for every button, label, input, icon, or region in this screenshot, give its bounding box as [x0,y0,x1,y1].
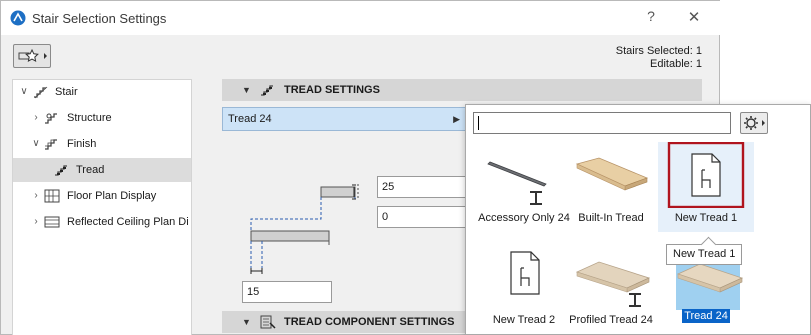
tread-offset-field[interactable]: 0 [377,206,467,228]
object-tile-built-in-tread[interactable]: Built-In Tread [563,142,659,232]
tree-item-stair[interactable]: ∨ Stair [13,80,191,104]
floor-plan-icon [44,189,60,203]
favorites-button[interactable] [13,44,51,68]
chevron-right-icon[interactable]: › [30,184,42,208]
tree-item-reflected-ceiling-plan[interactable]: › Reflected Ceiling Plan Di [13,210,191,234]
tread-thickness-field[interactable]: 25 [377,176,467,198]
stair-icon [34,86,48,99]
tree-item-label: Tread [76,164,105,176]
title-bar: Stair Selection Settings ? ✕ [1,1,721,35]
gear-icon [744,116,765,130]
object-tile-new-tread-1[interactable]: New Tread 1 [658,142,754,232]
editable-count: Editable: 1 [650,58,702,70]
tooltip: New Tread 1 [666,244,743,265]
chevron-down-icon[interactable]: ∨ [30,132,42,156]
selected-tile-label: Tread 24 [682,309,730,323]
search-input[interactable] [473,112,731,134]
collapse-triangle-icon[interactable]: ▼ [242,311,251,333]
settings-gear-button[interactable] [740,112,768,134]
stairs-selected-count: Stairs Selected: 1 [615,45,702,57]
tile-label: Tread 24 [658,309,754,323]
tile-label: New Tread 2 [492,314,556,326]
built-in-tread-icon [575,157,649,191]
ceiling-plan-icon [44,216,60,228]
chevron-down-icon[interactable]: ∨ [18,80,30,104]
tree-item-tread[interactable]: Tread [13,158,191,182]
text-caret [478,116,479,130]
tree-item-label: Reflected Ceiling Plan Di [67,216,189,228]
tile-label: Built-In Tread [578,212,644,224]
selection-info: Stairs Selected: 1 Editable: 1 [616,45,702,71]
new-object-icon [510,251,540,295]
tread-icon [55,165,67,176]
tree-item-label: Structure [67,112,112,124]
tread-geometry-diagram [250,184,359,274]
nosing-field[interactable]: 15 [242,281,332,303]
structure-icon [45,113,57,124]
archicad-app-icon [10,10,26,26]
arrow-right-icon: ▶ [453,114,460,124]
tread-object-selector[interactable]: Tread 24 ▶ [222,107,467,131]
section-title: TREAD SETTINGS [284,84,380,96]
accessory-object-icon [487,161,547,205]
favorites-star-icon [18,48,47,63]
tree-item-label: Floor Plan Display [67,190,157,202]
collapse-triangle-icon[interactable]: ▼ [242,79,251,101]
object-tile-new-tread-2[interactable]: New Tread 2 [476,244,572,334]
settings-tree: ∨ Stair › Structure ∨ Finish Tread › Flo… [12,79,192,335]
object-tile-accessory-only-24[interactable]: Accessory Only 24 [476,142,572,232]
section-title: TREAD COMPONENT SETTINGS [284,316,455,328]
window-title: Stair Selection Settings [32,11,167,26]
tread-settings-header[interactable]: ▼ TREAD SETTINGS [222,79,702,101]
tree-item-label: Stair [55,86,78,98]
close-button[interactable]: ✕ [685,8,703,28]
tile-label: Profiled Tread 24 [569,314,653,326]
profiled-tread-icon [575,261,651,307]
help-button[interactable]: ? [642,8,660,28]
component-settings-icon [260,315,276,329]
tree-item-label: Finish [67,138,97,150]
tile-label: Accessory Only 24 [478,212,570,224]
chevron-right-icon[interactable]: › [30,210,42,234]
new-object-icon [667,142,745,208]
tile-label: New Tread 1 [674,212,738,224]
tread-component-settings-header[interactable]: ▼ TREAD COMPONENT SETTINGS [222,311,468,333]
tread-section-icon [261,85,273,96]
finish-icon [45,139,57,150]
selected-tread-value: Tread 24 [228,113,272,125]
tree-item-finish[interactable]: ∨ Finish [13,132,191,156]
chevron-right-icon[interactable]: › [30,106,42,130]
tree-item-floor-plan-display[interactable]: › Floor Plan Display [13,184,191,208]
object-tile-profiled-tread-24[interactable]: Profiled Tread 24 [563,244,659,334]
tree-item-structure[interactable]: › Structure [13,106,191,130]
